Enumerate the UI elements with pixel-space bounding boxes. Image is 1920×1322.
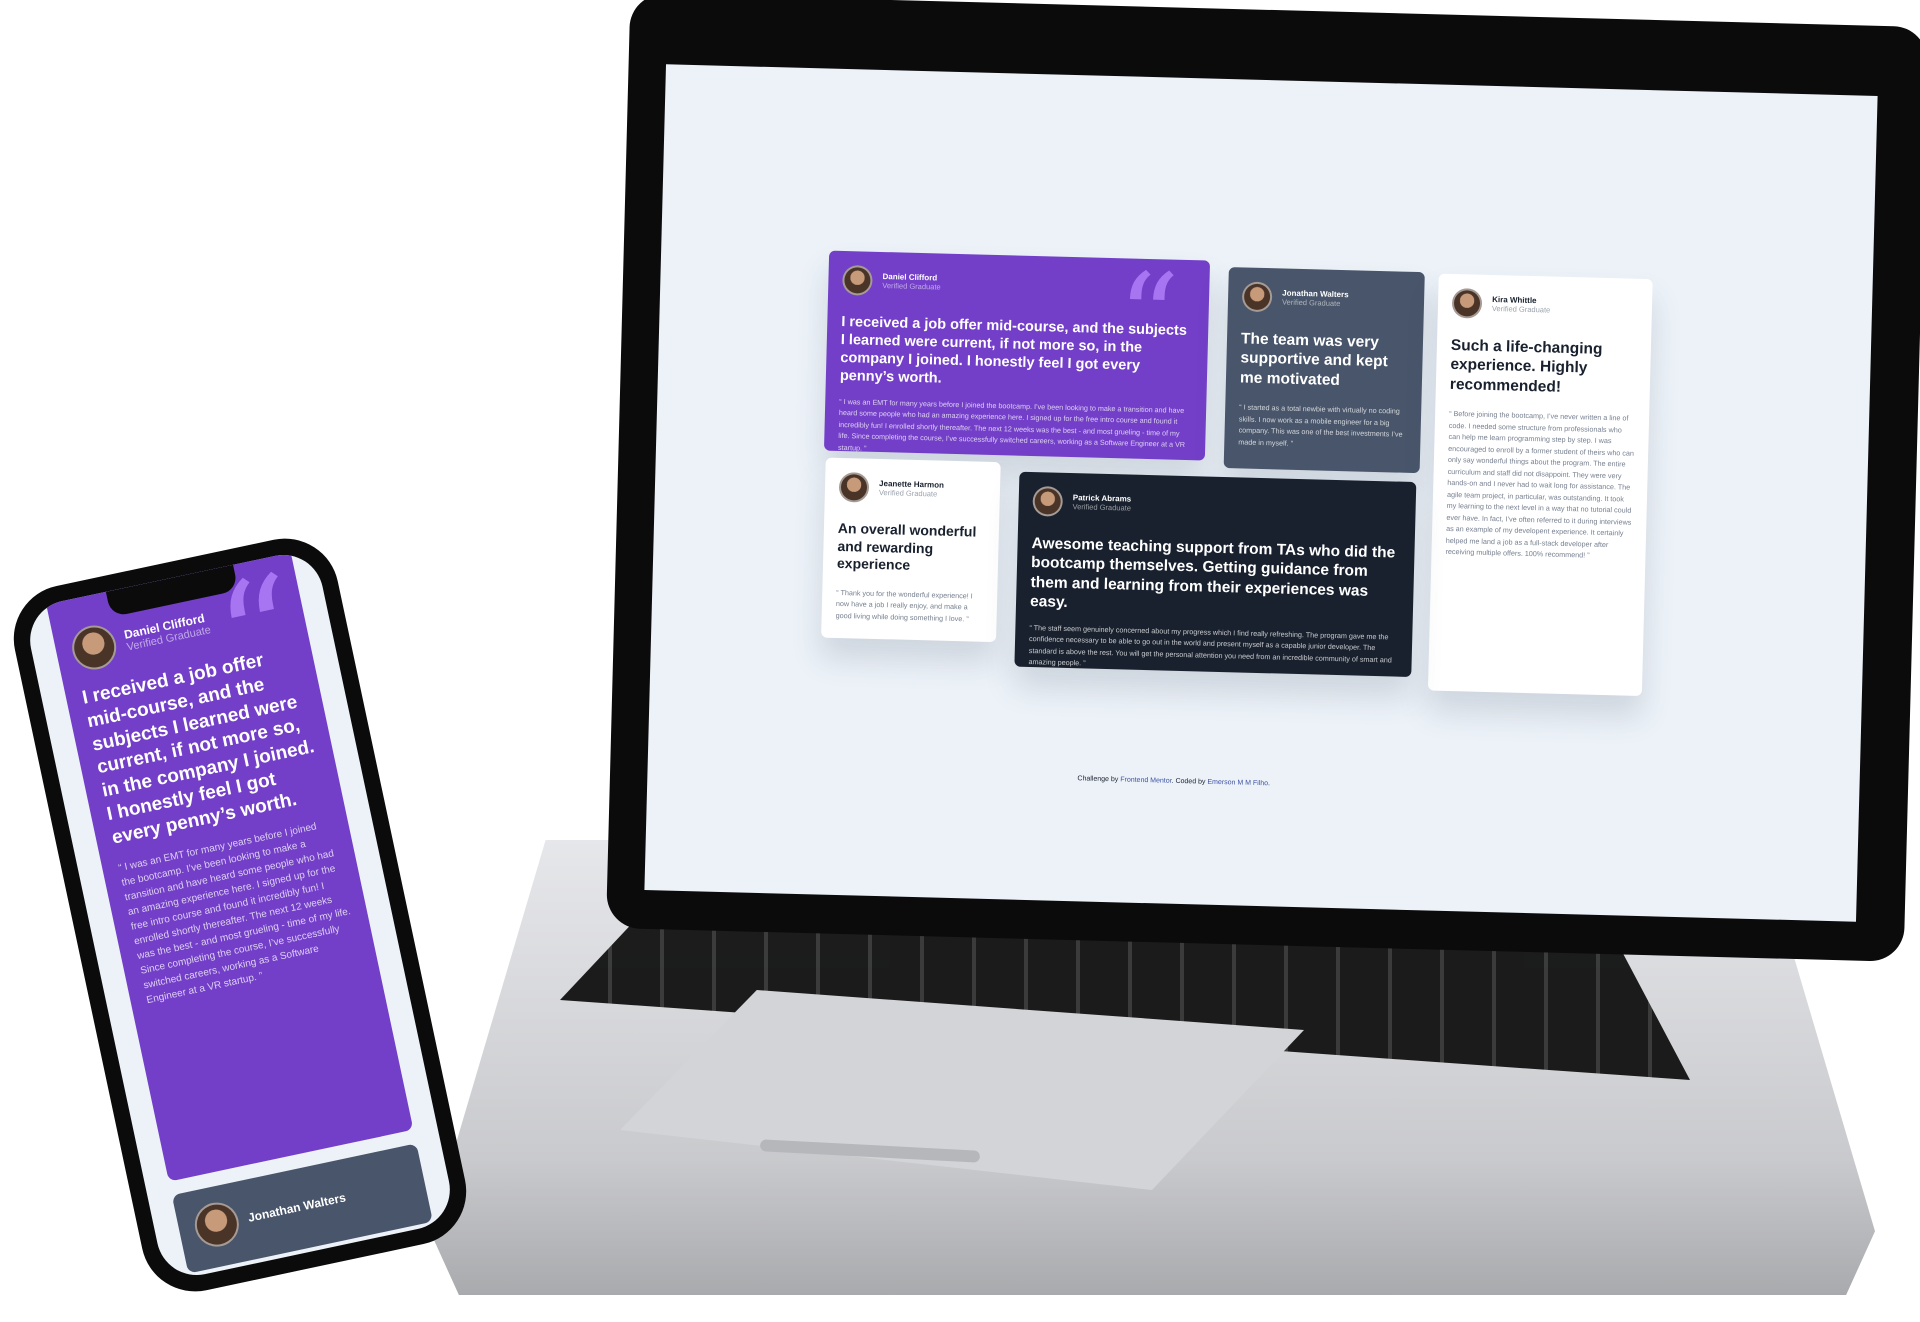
author-name: Jonathan Walters xyxy=(246,1190,348,1225)
avatar xyxy=(842,264,873,296)
testimonial-title: I received a job offer mid-course, and t… xyxy=(839,313,1188,387)
attribution-text: . Coded by xyxy=(1171,777,1208,786)
testimonial-title: I received a job offer mid-course, and t… xyxy=(80,649,317,849)
testimonial-title: The team was very supportive and kept me… xyxy=(1239,330,1388,389)
testimonial-card-kira: Kira Whittle Verified Graduate Such a lif… xyxy=(1427,273,1653,697)
testimonial-body: “ The staff seem genuinely concerned abo… xyxy=(1028,622,1392,668)
author-role: Verified Graduate xyxy=(878,487,938,499)
testimonial-card-jeanette: Jeanette Harmon Verified Graduate An over… xyxy=(821,457,1001,643)
avatar xyxy=(838,471,870,503)
testimonial-title: Awesome teaching support from TAs who di… xyxy=(1029,535,1396,612)
phone-device: “ Daniel Clifford Verified Graduate I rec… xyxy=(3,528,477,1302)
testimonial-title: Such a life-changing experience. Highly … xyxy=(1449,336,1603,396)
testimonial-title: An overall wonderful and rewarding exper… xyxy=(836,519,977,573)
testimonial-card-patrick: Patrick Abrams Verified Graduate Awesome … xyxy=(1014,471,1417,677)
avatar xyxy=(1451,287,1483,319)
author-role: Verified Graduate xyxy=(1281,297,1341,309)
testimonial-card-daniel: “ Daniel Clifford Verified Graduate I rec… xyxy=(823,250,1211,461)
laptop-screen: “ Daniel Clifford Verified Graduate I rec… xyxy=(644,64,1878,922)
phone-screen: “ Daniel Clifford Verified Graduate I rec… xyxy=(22,547,458,1283)
testimonial-body: “ I was an EMT for many years before I j… xyxy=(837,396,1186,453)
phone-testimonial-card-daniel: “ Daniel Clifford Verified Graduate I rec… xyxy=(44,547,414,1182)
attribution-text: Challenge by xyxy=(1077,775,1121,784)
author-role: Verified Graduate xyxy=(1491,303,1551,315)
author-role: Verified Graduate xyxy=(1072,502,1132,513)
testimonial-body: “ Thank you for the wonderful experience… xyxy=(835,587,973,623)
testimonial-body: “ I started as a total newbie with virtu… xyxy=(1238,402,1403,448)
testimonial-body: “ I was an EMT for many years before I j… xyxy=(117,821,352,1007)
avatar xyxy=(1032,486,1064,517)
avatar xyxy=(190,1198,243,1251)
author-link[interactable]: Emerson M M Filho xyxy=(1207,779,1268,788)
testimonial-card-jonathan: Jonathan Walters Verified Graduate The te… xyxy=(1223,267,1425,474)
attribution: Challenge by Frontend Mentor. Coded by E… xyxy=(1077,775,1270,787)
attribution-text: . xyxy=(1267,780,1271,788)
testimonial-body: “ Before joining the bootcamp, I’ve neve… xyxy=(1445,409,1635,560)
frontend-mentor-link[interactable]: Frontend Mentor xyxy=(1120,776,1172,784)
avatar xyxy=(68,621,121,674)
author-role: Verified Graduate xyxy=(882,281,941,292)
avatar xyxy=(1241,281,1273,313)
